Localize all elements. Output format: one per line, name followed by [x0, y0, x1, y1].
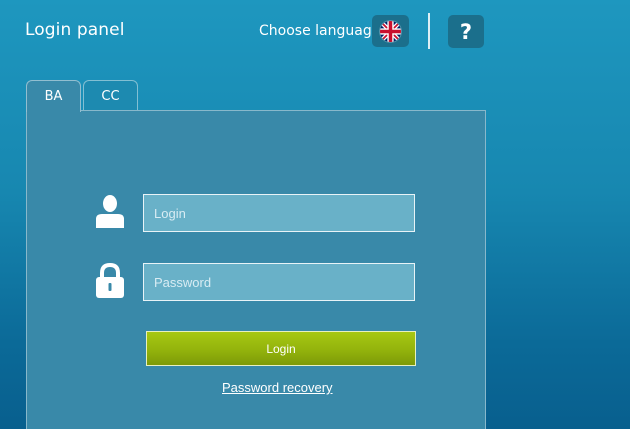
password-recovery-link[interactable]: Password recovery [222, 380, 333, 395]
page-title: Login panel [25, 20, 125, 40]
tab-cc[interactable]: CC [83, 80, 138, 111]
header-divider [428, 13, 430, 49]
user-icon [96, 195, 124, 228]
login-button[interactable]: Login [146, 331, 416, 366]
lock-icon [96, 263, 124, 298]
password-input[interactable] [143, 263, 415, 301]
language-button[interactable] [372, 15, 409, 47]
login-input[interactable] [143, 194, 415, 232]
tab-ba[interactable]: BA [26, 80, 81, 112]
help-icon: ? [459, 19, 473, 44]
uk-flag-icon [380, 20, 401, 42]
help-button[interactable]: ? [448, 15, 484, 48]
choose-language-label: Choose language [259, 23, 381, 39]
